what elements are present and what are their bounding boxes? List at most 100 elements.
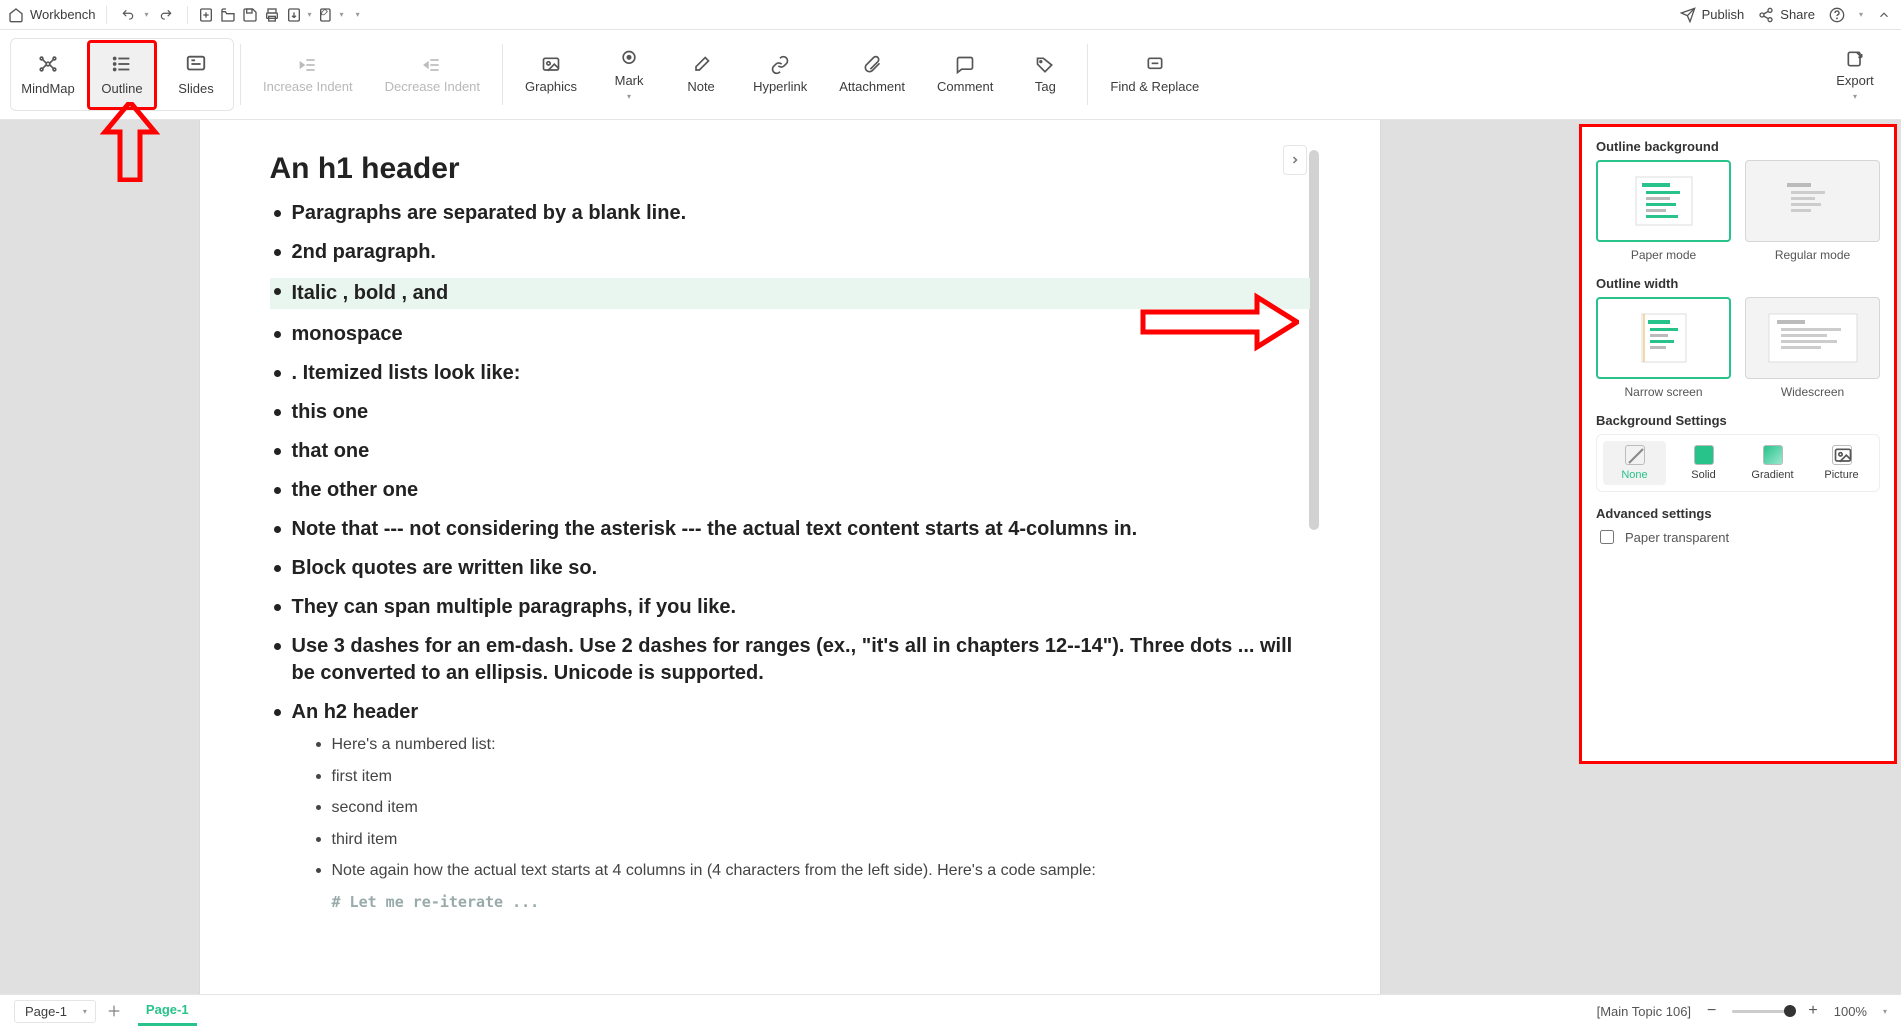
bg-paper-mode[interactable]: Paper mode (1596, 160, 1731, 262)
comment-icon (954, 55, 976, 75)
open-file-icon[interactable] (220, 7, 236, 23)
outline-item[interactable]: They can span multiple paragraphs, if yo… (270, 594, 1310, 621)
paper-transparent-checkbox[interactable]: Paper transparent (1596, 527, 1880, 547)
page-selector-dropdown-icon: ▾ (83, 1007, 87, 1016)
outline-item[interactable]: Note that --- not considering the asteri… (270, 516, 1310, 543)
titlebar: Workbench ▾ ▾ ▾ ▾ Publish Share ▾ (0, 0, 1901, 30)
zoom-slider[interactable] (1732, 1010, 1792, 1013)
save-icon[interactable] (242, 7, 258, 23)
picture-icon (1832, 445, 1852, 465)
divider (187, 6, 188, 24)
solid-icon (1694, 445, 1714, 465)
outline-item[interactable]: 2nd paragraph. (270, 239, 1310, 266)
zoom-in-icon[interactable]: + (1808, 1002, 1817, 1020)
comment-label: Comment (937, 79, 993, 94)
zoom-out-icon[interactable]: − (1707, 1002, 1716, 1020)
view-slides[interactable]: Slides (161, 40, 231, 110)
outline-item[interactable]: that one (270, 438, 1310, 465)
view-mindmap[interactable]: MindMap (13, 40, 83, 110)
home-icon (8, 7, 24, 23)
hyperlink-button[interactable]: Hyperlink (743, 40, 817, 109)
export-quick-icon[interactable] (286, 7, 302, 23)
edit-file-dropdown-icon[interactable]: ▾ (340, 10, 344, 19)
page-tab-1[interactable]: Page-1 (138, 996, 197, 1026)
page-selector[interactable]: Page-1 ▾ (14, 1000, 96, 1023)
page-selector-label: Page-1 (25, 1004, 67, 1019)
none-icon (1625, 445, 1645, 465)
workbench-button[interactable]: Workbench (8, 7, 96, 23)
outline-item[interactable]: Paragraphs are separated by a blank line… (270, 200, 1310, 227)
paper-viewport: An h1 header Paragraphs are separated by… (0, 120, 1579, 994)
outline-subitem[interactable]: Note again how the actual text starts at… (314, 860, 1310, 882)
decrease-indent-button[interactable]: Decrease Indent (375, 40, 490, 109)
tag-button[interactable]: Tag (1015, 40, 1075, 109)
width-wide[interactable]: Widescreen (1745, 297, 1880, 399)
graphics-button[interactable]: Graphics (515, 40, 587, 109)
mark-button[interactable]: Mark ▾ (599, 40, 659, 109)
bg-solid[interactable]: Solid (1672, 441, 1735, 485)
export-dropdown-icon[interactable]: ▾ (1853, 92, 1857, 101)
outline-width-title: Outline width (1596, 276, 1880, 291)
help-icon[interactable] (1829, 7, 1845, 23)
gradient-icon (1763, 445, 1783, 465)
mark-dropdown-icon[interactable]: ▾ (627, 92, 631, 101)
undo-icon[interactable] (117, 4, 139, 26)
share-button[interactable]: Share (1758, 7, 1815, 23)
comment-button[interactable]: Comment (927, 40, 1003, 109)
ribbon: MindMap Outline Slides Increase Indent D… (0, 30, 1901, 120)
help-dropdown-icon[interactable]: ▾ (1859, 10, 1863, 19)
mindmap-label: MindMap (21, 81, 74, 96)
bg-picture-label: Picture (1824, 469, 1858, 481)
outline-subitem[interactable]: first item (314, 766, 1310, 788)
page-tabs: Page-1 (138, 996, 197, 1026)
tag-label: Tag (1035, 79, 1056, 94)
divider (1087, 44, 1088, 105)
export-button[interactable]: Export ▾ (1825, 40, 1885, 109)
outline-item[interactable]: An h2 headerHere's a numbered list:first… (270, 699, 1310, 912)
find-replace-button[interactable]: Find & Replace (1100, 40, 1209, 109)
outline-item[interactable]: the other one (270, 477, 1310, 504)
width-narrow[interactable]: Narrow screen (1596, 297, 1731, 399)
outline-item[interactable]: this one (270, 399, 1310, 426)
export-quick-dropdown-icon[interactable]: ▾ (308, 10, 312, 19)
tag-icon (1034, 55, 1056, 75)
outline-item[interactable]: Use 3 dashes for an em-dash. Use 2 dashe… (270, 633, 1310, 687)
new-file-icon[interactable] (198, 7, 214, 23)
find-replace-icon (1144, 55, 1166, 75)
scrollbar[interactable] (1309, 150, 1319, 530)
increase-indent-button[interactable]: Increase Indent (253, 40, 363, 109)
zoom-knob[interactable] (1784, 1005, 1796, 1017)
paper-transparent-input[interactable] (1600, 530, 1614, 544)
outline-settings-panel: Outline background Paper mode Regular mo… (1579, 124, 1897, 764)
publish-button[interactable]: Publish (1680, 7, 1745, 23)
divider (240, 44, 241, 105)
publish-icon (1680, 7, 1696, 23)
qat-overflow-icon[interactable]: ▾ (356, 10, 360, 19)
bg-gradient[interactable]: Gradient (1741, 441, 1804, 485)
print-icon[interactable] (264, 7, 280, 23)
doc-title[interactable]: An h1 header (270, 152, 1310, 186)
undo-dropdown-icon[interactable]: ▾ (145, 10, 149, 19)
add-page-icon[interactable] (106, 1003, 122, 1019)
bg-regular-mode[interactable]: Regular mode (1745, 160, 1880, 262)
collapse-ribbon-icon[interactable] (1877, 8, 1891, 22)
view-outline[interactable]: Outline (87, 40, 157, 110)
outline-subitem[interactable]: third item (314, 829, 1310, 851)
bg-none[interactable]: None (1603, 441, 1666, 485)
edit-file-icon[interactable] (318, 7, 334, 23)
increase-indent-label: Increase Indent (263, 79, 353, 94)
outline-item[interactable]: . Itemized lists look like: (270, 360, 1310, 387)
attachment-button[interactable]: Attachment (829, 40, 915, 109)
zoom-dropdown-icon[interactable]: ▾ (1883, 1007, 1887, 1016)
zoom-level[interactable]: 100% (1834, 1004, 1867, 1019)
panel-collapse-handle[interactable] (1283, 145, 1307, 175)
outline-icon (111, 53, 133, 75)
redo-icon[interactable] (155, 4, 177, 26)
bg-picture[interactable]: Picture (1810, 441, 1873, 485)
outline-item[interactable]: Block quotes are written like so. (270, 555, 1310, 582)
outline-subitem[interactable]: Here's a numbered list: (314, 734, 1310, 756)
status-bar: Page-1 ▾ Page-1 [Main Topic 106] − + 100… (0, 994, 1901, 1027)
note-button[interactable]: Note (671, 40, 731, 109)
attachment-icon (861, 55, 883, 75)
outline-subitem[interactable]: second item (314, 797, 1310, 819)
